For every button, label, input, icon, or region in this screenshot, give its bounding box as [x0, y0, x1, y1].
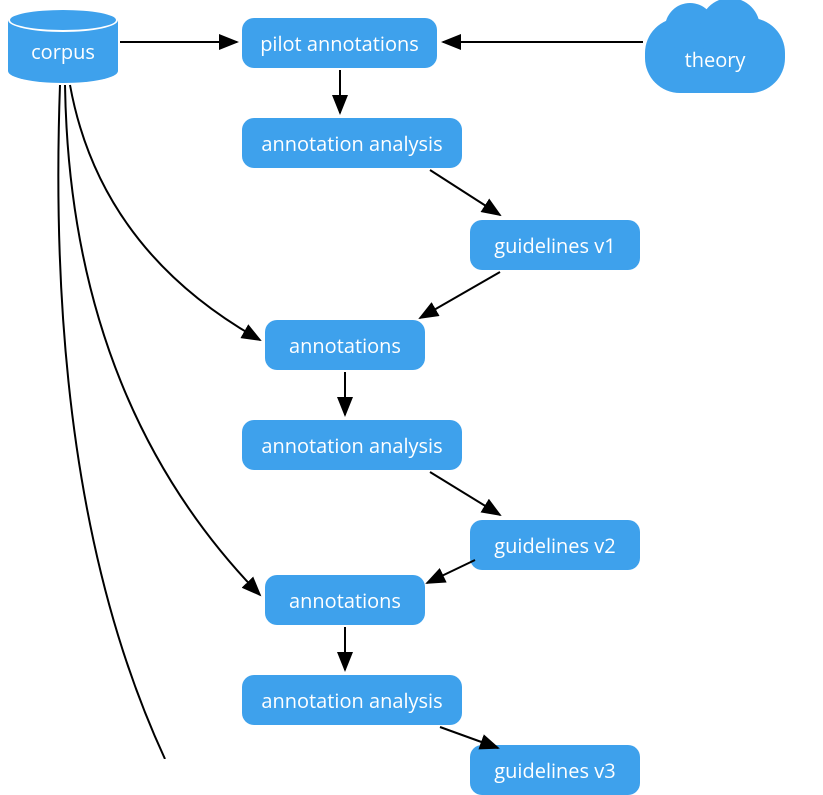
- pilot-annotations-label: pilot annotations: [260, 30, 419, 57]
- arrows-svg: [0, 0, 823, 759]
- annotation-analysis-3-node: annotation analysis: [242, 675, 462, 725]
- annotations-2-node: annotations: [265, 575, 425, 625]
- arrow-analysis2-to-guidelines2: [430, 472, 500, 515]
- annotations-1-label: annotations: [289, 332, 401, 359]
- guidelines-v3-node: guidelines v3: [470, 745, 640, 795]
- guidelines-v1-node: guidelines v1: [470, 220, 640, 270]
- arrow-corpus-to-offscreen: [58, 85, 165, 759]
- annotations-2-label: annotations: [289, 587, 401, 614]
- cylinder-top: [8, 8, 118, 32]
- arrow-corpus-to-annotations2: [65, 85, 260, 595]
- arrow-guidelines1-to-annotations1: [420, 272, 500, 318]
- guidelines-v2-label: guidelines v2: [494, 532, 615, 559]
- corpus-node: corpus: [8, 8, 118, 83]
- arrow-analysis1-to-guidelines1: [430, 170, 500, 215]
- guidelines-v2-node: guidelines v2: [470, 520, 640, 570]
- arrow-corpus-to-annotations1: [70, 85, 260, 340]
- theory-label: theory: [645, 46, 785, 73]
- annotation-analysis-1-label: annotation analysis: [261, 130, 442, 157]
- guidelines-v1-label: guidelines v1: [494, 232, 615, 259]
- guidelines-v3-label: guidelines v3: [494, 757, 615, 784]
- pilot-annotations-node: pilot annotations: [242, 18, 437, 68]
- corpus-label: corpus: [8, 38, 118, 65]
- arrow-guidelines2-to-annotations2: [427, 560, 475, 583]
- annotation-analysis-2-label: annotation analysis: [261, 432, 442, 459]
- annotations-1-node: annotations: [265, 320, 425, 370]
- annotation-analysis-3-label: annotation analysis: [261, 687, 442, 714]
- theory-node: theory: [645, 18, 785, 93]
- annotation-analysis-1-node: annotation analysis: [242, 118, 462, 168]
- annotation-analysis-2-node: annotation analysis: [242, 420, 462, 470]
